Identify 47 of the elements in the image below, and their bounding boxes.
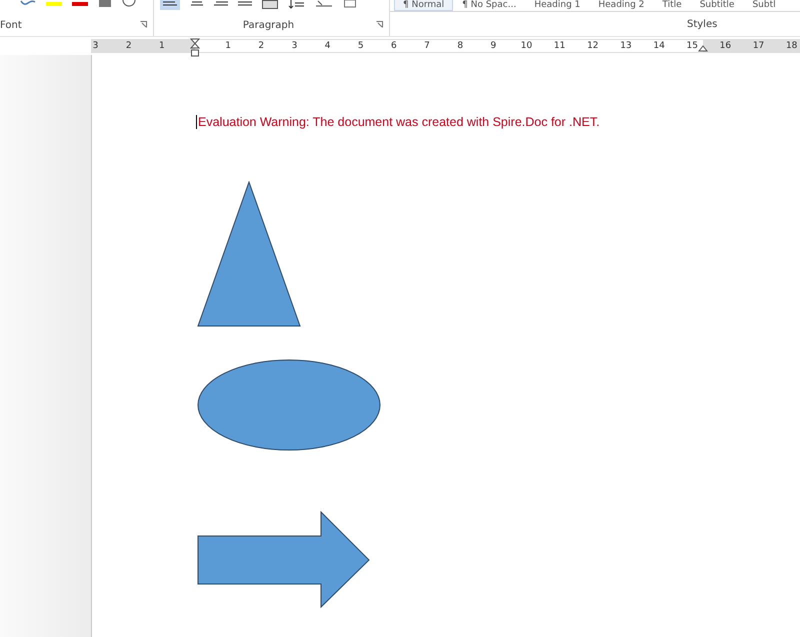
- line-spacing-icon[interactable]: [288, 0, 304, 10]
- ruler-number: 13: [620, 40, 632, 52]
- circled-character-icon[interactable]: [122, 0, 136, 8]
- ruler-number: 18: [786, 40, 798, 52]
- ruler-number: 6: [391, 40, 397, 52]
- align-left-icon[interactable]: [160, 0, 180, 10]
- columns-icon[interactable]: [262, 0, 278, 10]
- ruler-number: 11: [554, 40, 566, 52]
- style-gallery-item[interactable]: Subtitle: [690, 0, 744, 11]
- dialog-launcher-icon[interactable]: [376, 21, 383, 28]
- ruler-number: 14: [653, 40, 665, 52]
- group-label: Styles: [687, 18, 718, 30]
- style-gallery-item[interactable]: Subtl: [743, 0, 785, 11]
- group-label: Paragraph: [242, 20, 294, 30]
- style-gallery-item[interactable]: ¶ No Spac...: [453, 0, 526, 11]
- ruler-number: 9: [490, 40, 496, 52]
- ruler-number: 7: [424, 40, 430, 52]
- text-effects-icon[interactable]: [20, 0, 36, 6]
- ruler-number: 1: [225, 40, 231, 52]
- ruler-number: 17: [752, 40, 764, 52]
- ruler-number: 5: [358, 40, 364, 52]
- justify-icon[interactable]: [238, 0, 252, 8]
- ruler-number: 4: [324, 40, 330, 52]
- ruler-number: 8: [457, 40, 464, 52]
- align-center-icon[interactable]: [190, 0, 204, 8]
- font-color-icon[interactable]: [72, 0, 88, 6]
- ruler-number: 3: [92, 40, 98, 52]
- evaluation-warning-text: Evaluation Warning: The document was created with Spire.Doc for .NET.: [196, 115, 600, 129]
- ruler-number: 1: [158, 40, 165, 52]
- ruler-number: 15: [686, 40, 698, 52]
- ruler-number: 3: [292, 40, 298, 52]
- ruler-number: 16: [720, 40, 732, 52]
- ruler-number: 2: [126, 40, 132, 52]
- right-indent-marker-icon[interactable]: [698, 45, 708, 52]
- group-label: Font: [0, 20, 22, 30]
- ruler-number: 2: [258, 40, 264, 52]
- indent-marker-icon[interactable]: [190, 38, 200, 58]
- ruler-number: 10: [520, 40, 532, 52]
- borders-icon[interactable]: [344, 0, 356, 10]
- ruler-number: 12: [587, 40, 599, 52]
- style-gallery-item[interactable]: ¶ Normal: [394, 0, 454, 11]
- dialog-launcher-icon[interactable]: [140, 21, 147, 28]
- style-gallery-item[interactable]: Heading 1: [525, 0, 590, 11]
- style-gallery-item[interactable]: Title: [653, 0, 691, 11]
- character-shading-icon[interactable]: [98, 0, 112, 8]
- style-gallery-item[interactable]: Heading 2: [589, 0, 654, 11]
- align-right-icon[interactable]: [214, 0, 228, 8]
